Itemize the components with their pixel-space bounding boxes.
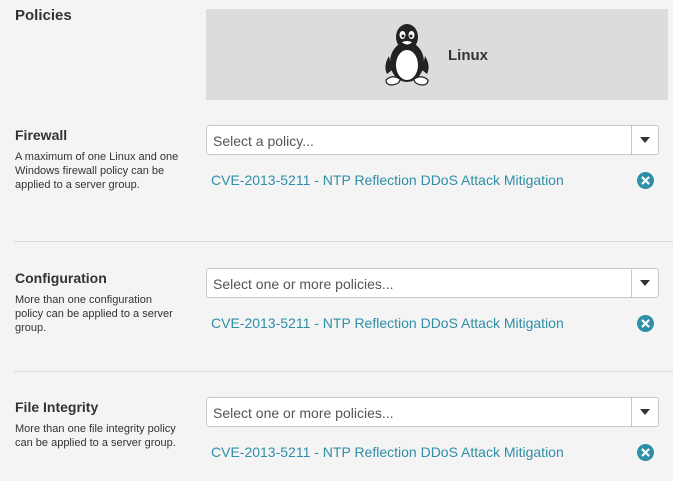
file-integrity-policy-placeholder: Select one or more policies... bbox=[213, 405, 394, 421]
remove-circle-icon[interactable] bbox=[637, 315, 654, 332]
configuration-section-title: Configuration bbox=[15, 270, 107, 286]
section-divider bbox=[14, 241, 673, 242]
configuration-policy-select[interactable]: Select one or more policies... bbox=[206, 268, 659, 298]
configuration-dropdown-toggle[interactable] bbox=[631, 269, 658, 297]
file-integrity-section-description: More than one file integrity policy can … bbox=[15, 423, 176, 449]
firewall-section-description: A maximum of one Linux and one Windows f… bbox=[15, 151, 179, 191]
file-integrity-selected-policy-link[interactable]: CVE-2013-5211 - NTP Reflection DDoS Atta… bbox=[211, 444, 564, 460]
file-integrity-dropdown-toggle[interactable] bbox=[631, 398, 658, 426]
configuration-section-description: More than one configuration policy can b… bbox=[15, 294, 173, 334]
firewall-section-title: Firewall bbox=[15, 127, 68, 143]
caret-down-icon bbox=[640, 409, 650, 415]
caret-down-icon bbox=[640, 137, 650, 143]
firewall-policy-placeholder: Select a policy... bbox=[213, 133, 314, 149]
section-divider bbox=[14, 371, 673, 372]
caret-down-icon bbox=[640, 280, 650, 286]
firewall-selected-policy-link[interactable]: CVE-2013-5211 - NTP Reflection DDoS Atta… bbox=[211, 172, 564, 188]
configuration-policy-placeholder: Select one or more policies... bbox=[213, 276, 394, 292]
firewall-dropdown-toggle[interactable] bbox=[631, 126, 658, 154]
remove-circle-icon[interactable] bbox=[637, 444, 654, 461]
firewall-policy-select[interactable]: Select a policy... bbox=[206, 125, 659, 155]
os-card-linux: Linux bbox=[206, 9, 668, 100]
remove-circle-icon[interactable] bbox=[637, 172, 654, 189]
linux-tux-icon bbox=[385, 24, 429, 86]
file-integrity-section-title: File Integrity bbox=[15, 399, 99, 415]
configuration-selected-policy-link[interactable]: CVE-2013-5211 - NTP Reflection DDoS Atta… bbox=[211, 315, 564, 331]
page-title: Policies bbox=[15, 7, 72, 24]
os-label: Linux bbox=[448, 47, 488, 64]
file-integrity-policy-select[interactable]: Select one or more policies... bbox=[206, 397, 659, 427]
